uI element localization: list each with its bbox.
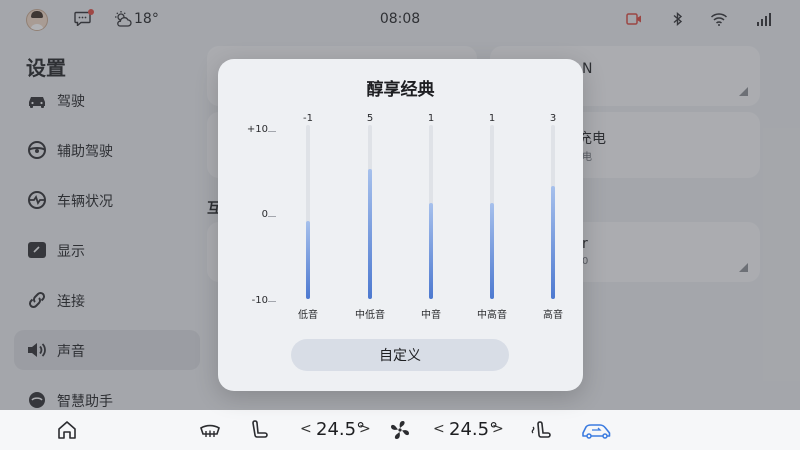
band-value: 3 — [549, 113, 557, 124]
home-icon[interactable] — [56, 418, 78, 442]
band-name: 低音 — [298, 310, 318, 321]
right-temp-increase-button[interactable]: > — [492, 421, 504, 437]
left-temp-decrease-button[interactable]: < — [300, 421, 312, 437]
band-slider-track[interactable] — [429, 125, 433, 299]
band-value: -1 — [303, 113, 313, 124]
right-temperature: 24.5° — [449, 419, 499, 440]
band-slider-track[interactable] — [490, 125, 494, 299]
right-temp-decrease-button[interactable]: < — [433, 421, 445, 437]
band-slider-fill — [429, 203, 433, 299]
y-axis-max-label: +10 — [246, 124, 268, 135]
band-name: 中低音 — [355, 310, 385, 321]
band-slider-fill — [490, 203, 494, 299]
band-slider-fill — [551, 185, 555, 299]
band-slider-track[interactable] — [368, 125, 372, 299]
equalizer-dialog: 醇享经典 +10 0 -10 -1 低音 5 中低音 1 中音 1 中高音 3 … — [218, 59, 583, 391]
left-temp-increase-button[interactable]: > — [359, 421, 371, 437]
band-value: 1 — [488, 113, 496, 124]
band-value: 5 — [366, 113, 374, 124]
y-axis-tick — [268, 216, 276, 217]
seat-icon[interactable] — [249, 418, 271, 442]
band-value: 1 — [427, 113, 435, 124]
band-slider-fill — [306, 220, 310, 299]
car-connect-icon[interactable] — [580, 418, 614, 442]
band-name: 中高音 — [477, 310, 507, 321]
seat-heat-icon[interactable] — [530, 418, 552, 442]
defrost-icon[interactable] — [198, 418, 222, 442]
y-axis-tick — [268, 131, 276, 132]
dialog-title: 醇享经典 — [366, 80, 435, 100]
band-name: 中音 — [421, 310, 441, 321]
customize-button[interactable]: 自定义 — [291, 339, 509, 371]
band-slider-track[interactable] — [551, 125, 555, 299]
y-axis-zero-label: 0 — [261, 209, 268, 220]
band-name: 高音 — [543, 310, 563, 321]
band-slider-track[interactable] — [306, 125, 310, 299]
band-slider-fill — [368, 168, 372, 299]
fan-icon[interactable] — [389, 418, 411, 442]
y-axis-min-label: -10 — [251, 295, 268, 306]
bottom-dock: < 24.5° > < 24.5° > — [0, 410, 800, 450]
left-temperature: 24.5° — [316, 419, 366, 440]
y-axis-tick — [268, 301, 276, 302]
